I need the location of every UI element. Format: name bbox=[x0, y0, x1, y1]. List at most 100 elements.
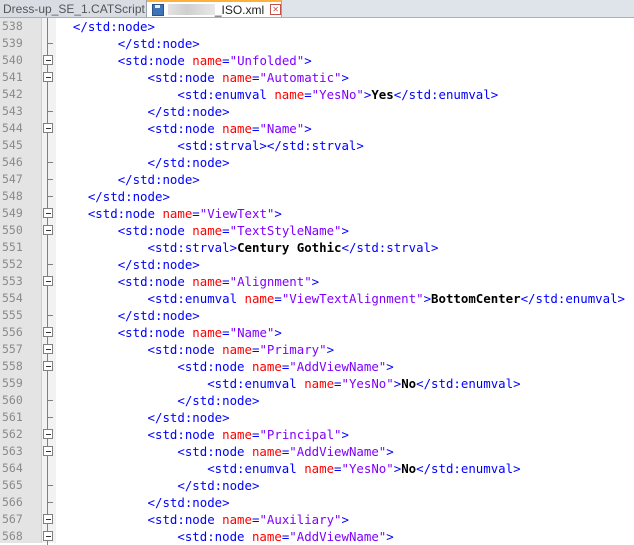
fold-minus-icon[interactable] bbox=[42, 69, 54, 86]
code-token: </std:node> bbox=[72, 19, 155, 34]
line-number: 546 bbox=[2, 155, 23, 169]
code-token: </std:node> bbox=[117, 36, 200, 51]
code-token: <std:node bbox=[147, 121, 223, 136]
code-line[interactable]: 551 <std:strval>Century Gothic</std:strv… bbox=[0, 239, 634, 256]
code-line[interactable]: 538 </std:node> bbox=[0, 18, 634, 35]
code-line[interactable]: 558 <std:node name="AddViewName"> bbox=[0, 358, 634, 375]
code-line[interactable]: 555 </std:node> bbox=[0, 307, 634, 324]
code-token: </std:enumval> bbox=[520, 291, 626, 306]
code-token: <std:strval> bbox=[147, 240, 238, 255]
code-token: No bbox=[401, 461, 417, 476]
close-icon[interactable]: ✕ bbox=[270, 4, 281, 15]
fold-end-marker bbox=[42, 494, 54, 511]
code-token: </std:node> bbox=[147, 104, 230, 119]
code-line[interactable]: 561 </std:node> bbox=[0, 409, 634, 426]
code-text: <std:node name="Automatic"> bbox=[58, 69, 349, 86]
code-token: = bbox=[334, 376, 342, 391]
code-line[interactable]: 559 <std:enumval name="YesNo">No</std:en… bbox=[0, 375, 634, 392]
fold-line bbox=[42, 290, 54, 307]
line-number: 552 bbox=[2, 257, 23, 271]
code-token: name bbox=[192, 223, 223, 238]
code-token: <std:node bbox=[117, 223, 193, 238]
fold-minus-icon[interactable] bbox=[42, 52, 54, 69]
tab-iso-xml[interactable]: _ISO.xml ✕ bbox=[147, 0, 282, 17]
code-token: > bbox=[386, 359, 394, 374]
code-line[interactable]: 549 <std:node name="ViewText"> bbox=[0, 205, 634, 222]
code-line[interactable]: 550 <std:node name="TextStyleName"> bbox=[0, 222, 634, 239]
code-token: name bbox=[222, 70, 252, 85]
code-line[interactable]: 543 </std:node> bbox=[0, 103, 634, 120]
fold-end-marker bbox=[42, 171, 54, 188]
code-line[interactable]: 563 <std:node name="AddViewName"> bbox=[0, 443, 634, 460]
fold-minus-icon[interactable] bbox=[42, 358, 54, 375]
code-line[interactable]: 542 <std:enumval name="YesNo">Yes</std:e… bbox=[0, 86, 634, 103]
code-token: Yes bbox=[371, 87, 394, 102]
code-text: </std:node> bbox=[58, 392, 259, 409]
code-text: <std:node name="Principal"> bbox=[58, 426, 349, 443]
code-line[interactable]: 565 </std:node> bbox=[0, 477, 634, 494]
line-number: 568 bbox=[2, 529, 23, 543]
fold-minus-icon[interactable] bbox=[42, 426, 54, 443]
code-editor[interactable]: 538 </std:node> 539 </std:node> 540 <std:n… bbox=[0, 18, 634, 545]
code-line[interactable]: 556 <std:node name="Name"> bbox=[0, 324, 634, 341]
code-line[interactable]: 564 <std:enumval name="YesNo">No</std:en… bbox=[0, 460, 634, 477]
line-number: 564 bbox=[2, 461, 23, 475]
code-text: <std:node name="AddViewName"> bbox=[58, 443, 393, 460]
code-token: name bbox=[222, 512, 252, 527]
code-text: <std:node name="Name"> bbox=[58, 120, 312, 137]
code-token: name bbox=[251, 444, 282, 459]
line-number: 542 bbox=[2, 87, 23, 101]
fold-end-marker bbox=[42, 154, 54, 171]
fold-minus-icon[interactable] bbox=[42, 205, 54, 222]
code-line[interactable]: 557 <std:node name="Primary"> bbox=[0, 341, 634, 358]
code-token: <std:node bbox=[147, 512, 223, 527]
code-line[interactable]: 547 </std:node> bbox=[0, 171, 634, 188]
fold-line bbox=[42, 86, 54, 103]
code-token: > bbox=[274, 325, 282, 340]
code-line[interactable]: 548 </std:node> bbox=[0, 188, 634, 205]
code-line[interactable]: 568 <std:node name="AddViewName"> bbox=[0, 528, 634, 545]
code-text: </std:node> bbox=[58, 494, 230, 511]
code-line[interactable]: 545 <std:strval></std:strval> bbox=[0, 137, 634, 154]
code-line[interactable]: 539 </std:node> bbox=[0, 35, 634, 52]
code-token: "Primary" bbox=[259, 342, 327, 357]
line-number: 549 bbox=[2, 206, 23, 220]
fold-minus-icon[interactable] bbox=[42, 528, 54, 545]
code-token: </std:node> bbox=[177, 393, 260, 408]
code-token: <std:enumval bbox=[207, 461, 305, 476]
code-line[interactable]: 567 <std:node name="Auxiliary"> bbox=[0, 511, 634, 528]
line-number: 560 bbox=[2, 393, 23, 407]
code-line[interactable]: 552 </std:node> bbox=[0, 256, 634, 273]
code-token: > bbox=[341, 512, 349, 527]
line-number: 562 bbox=[2, 427, 23, 441]
code-line[interactable]: 562 <std:node name="Principal"> bbox=[0, 426, 634, 443]
code-line[interactable]: 560 </std:node> bbox=[0, 392, 634, 409]
fold-minus-icon[interactable] bbox=[42, 120, 54, 137]
code-token: "YesNo" bbox=[341, 461, 394, 476]
fold-minus-icon[interactable] bbox=[42, 341, 54, 358]
code-token: <std:node bbox=[117, 325, 193, 340]
fold-minus-icon[interactable] bbox=[42, 443, 54, 460]
code-token: name bbox=[222, 121, 252, 136]
fold-minus-icon[interactable] bbox=[42, 273, 54, 290]
code-token: <std:node bbox=[117, 274, 193, 289]
code-token: </std:node> bbox=[147, 410, 230, 425]
fold-minus-icon[interactable] bbox=[42, 222, 54, 239]
code-token: name bbox=[251, 359, 282, 374]
code-line[interactable]: 566 </std:node> bbox=[0, 494, 634, 511]
code-token: "YesNo" bbox=[311, 87, 364, 102]
code-text: <std:node name="AddViewName"> bbox=[58, 528, 393, 545]
tab-dress-up-catscript[interactable]: Dress-up_SE_1.CATScript ✕ bbox=[0, 0, 160, 17]
fold-minus-icon[interactable] bbox=[42, 511, 54, 528]
code-line[interactable]: 540 <std:node name="Unfolded"> bbox=[0, 52, 634, 69]
code-token: <std:node bbox=[147, 70, 223, 85]
code-text: <std:enumval name="YesNo">No</std:enumva… bbox=[58, 375, 520, 392]
code-line[interactable]: 554 <std:enumval name="ViewTextAlignment… bbox=[0, 290, 634, 307]
code-line[interactable]: 541 <std:node name="Automatic"> bbox=[0, 69, 634, 86]
code-line[interactable]: 544 <std:node name="Name"> bbox=[0, 120, 634, 137]
fold-minus-icon[interactable] bbox=[42, 324, 54, 341]
code-text: <std:enumval name="YesNo">Yes</std:enumv… bbox=[58, 86, 498, 103]
code-line[interactable]: 546 </std:node> bbox=[0, 154, 634, 171]
fold-line bbox=[42, 18, 54, 35]
code-line[interactable]: 553 <std:node name="Alignment"> bbox=[0, 273, 634, 290]
